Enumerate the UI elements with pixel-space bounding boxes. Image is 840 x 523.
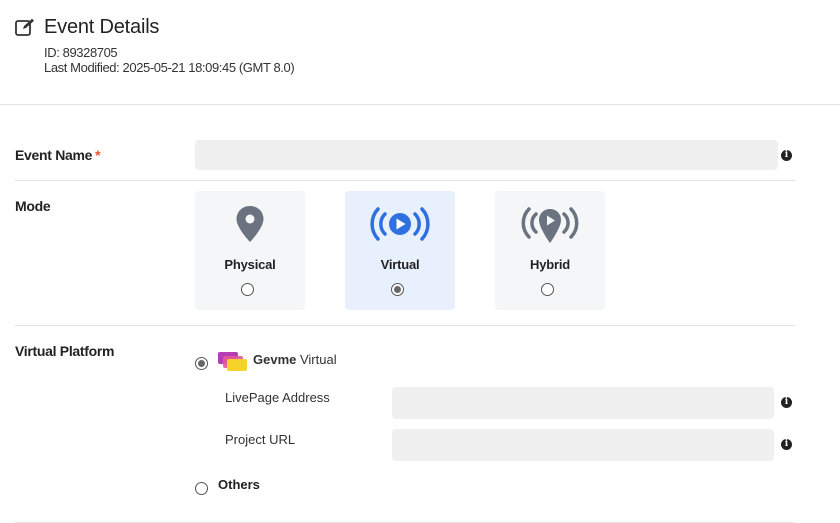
project-url-input[interactable]	[392, 429, 774, 461]
page-title: Event Details	[44, 16, 160, 38]
mode-option-label: Virtual	[380, 257, 420, 272]
last-modified: Last Modified: 2025-05-21 18:09:45 (GMT …	[44, 60, 295, 75]
event-name-input[interactable]	[195, 140, 778, 170]
virtual-platform-label: Virtual Platform	[15, 343, 115, 359]
gevme-suffix: Virtual	[296, 352, 337, 367]
event-name-label-text: Event Name	[15, 147, 93, 163]
project-url-label: Project URL	[225, 432, 296, 447]
gevme-logo-icon	[218, 352, 247, 371]
info-icon[interactable]: i	[781, 397, 792, 408]
mode-option-virtual[interactable]: Virtual	[345, 191, 455, 310]
livepage-address-label: LivePage Address	[225, 390, 330, 405]
gevme-radio[interactable]	[195, 357, 208, 370]
mode-option-label: Physical	[224, 257, 276, 272]
mode-option-hybrid[interactable]: Hybrid	[495, 191, 605, 310]
required-mark: *	[95, 147, 101, 163]
info-icon[interactable]: i	[781, 439, 792, 450]
edit-icon	[15, 18, 34, 36]
others-radio[interactable]	[195, 482, 208, 495]
divider	[15, 325, 795, 326]
mode-label: Mode	[15, 198, 51, 214]
info-icon[interactable]: i	[781, 150, 792, 161]
gevme-virtual-label: Gevme Virtual	[253, 352, 337, 367]
broadcast-pin-icon	[521, 207, 579, 243]
livepage-address-input[interactable]	[392, 387, 774, 419]
mode-radio-virtual[interactable]	[391, 283, 404, 296]
mode-option-physical[interactable]: Physical	[195, 191, 305, 310]
event-id: ID: 89328705	[44, 45, 118, 60]
mode-radio-hybrid[interactable]	[541, 283, 554, 296]
others-label: Others	[218, 477, 260, 492]
divider	[15, 180, 795, 181]
location-pin-icon	[236, 206, 264, 242]
gevme-brand: Gevme	[253, 352, 297, 367]
broadcast-play-icon	[370, 207, 430, 241]
page-header: Event Details ID: 89328705 Last Modified…	[0, 0, 840, 105]
event-name-label: Event Name *	[15, 147, 101, 163]
mode-option-label: Hybrid	[530, 257, 570, 272]
mode-radio-physical[interactable]	[241, 283, 254, 296]
